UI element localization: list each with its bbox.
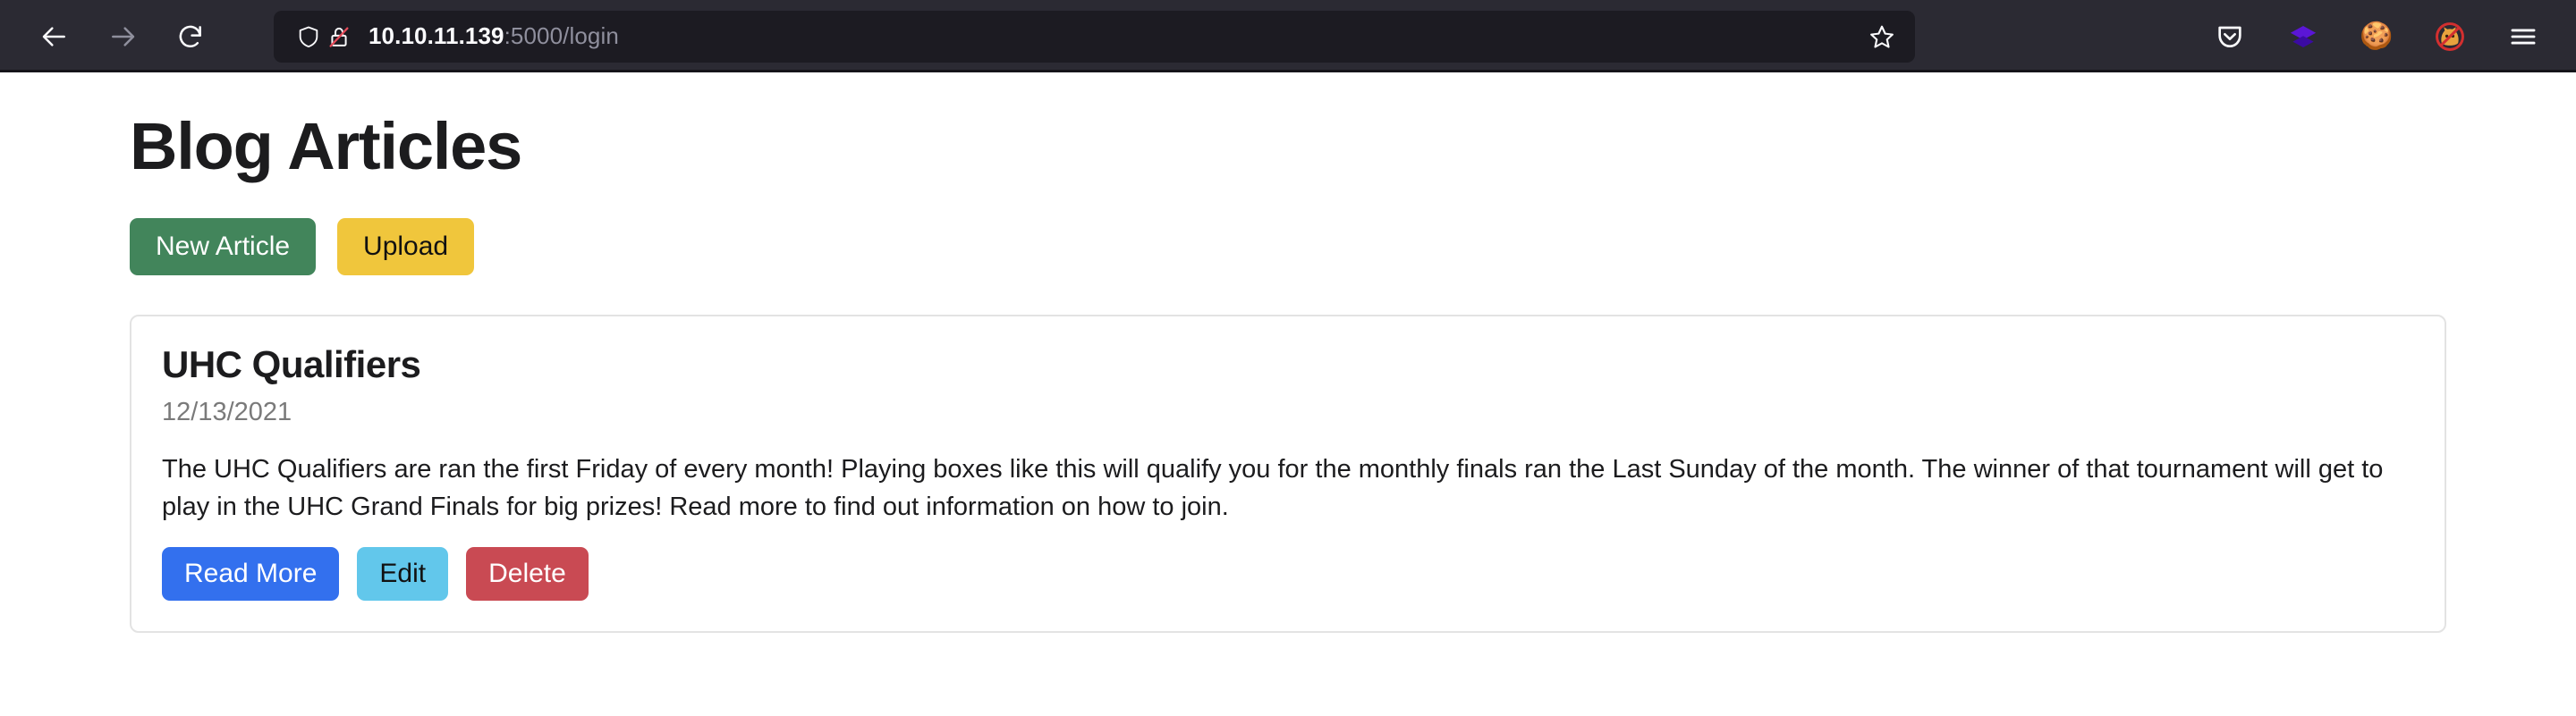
layers-icon[interactable] — [2284, 18, 2322, 55]
page-content: Blog Articles New Article Upload UHC Qua… — [0, 109, 2576, 634]
pocket-icon[interactable] — [2211, 18, 2249, 55]
forward-button[interactable] — [102, 16, 143, 57]
back-arrow-icon — [40, 22, 69, 51]
urlbar-container: 10.10.11.139:5000/login — [274, 10, 1915, 63]
insecure-lock-icon[interactable] — [324, 21, 354, 52]
new-article-button[interactable]: New Article — [130, 218, 317, 276]
reload-icon — [176, 22, 205, 51]
edit-button[interactable]: Edit — [357, 547, 449, 602]
forward-arrow-icon — [108, 22, 137, 51]
shield-icon[interactable] — [293, 21, 324, 52]
read-more-button[interactable]: Read More — [162, 547, 340, 602]
url-path: :5000/login — [504, 22, 619, 49]
toolbar-extensions: 🍪 — [2211, 18, 2551, 55]
article-title: UHC Qualifiers — [162, 343, 421, 386]
address-bar[interactable]: 10.10.11.139:5000/login — [274, 10, 1915, 63]
browser-toolbar: 10.10.11.139:5000/login 🍪 — [0, 0, 2576, 72]
no-fox-icon[interactable] — [2431, 18, 2469, 55]
reload-button[interactable] — [170, 16, 211, 57]
page-title: Blog Articles — [130, 109, 522, 183]
page-actions-toolbar: New Article Upload — [130, 218, 2446, 276]
article-date: 12/13/2021 — [162, 398, 292, 427]
bookmark-star-icon[interactable] — [1865, 20, 1899, 54]
article-card: UHC Qualifiers 12/13/2021 The UHC Qualif… — [130, 315, 2446, 634]
delete-button[interactable]: Delete — [466, 547, 589, 602]
navigation-buttons — [34, 16, 211, 57]
cookie-icon[interactable]: 🍪 — [2358, 18, 2395, 55]
hamburger-menu-icon[interactable] — [2504, 18, 2542, 55]
article-body: The UHC Qualifiers are ran the first Fri… — [162, 455, 2384, 522]
upload-button[interactable]: Upload — [337, 218, 475, 276]
back-button[interactable] — [34, 16, 75, 57]
url-text: 10.10.11.139:5000/login — [369, 22, 1865, 50]
article-actions: Read More Edit Delete — [162, 547, 2414, 602]
url-host: 10.10.11.139 — [369, 22, 504, 49]
